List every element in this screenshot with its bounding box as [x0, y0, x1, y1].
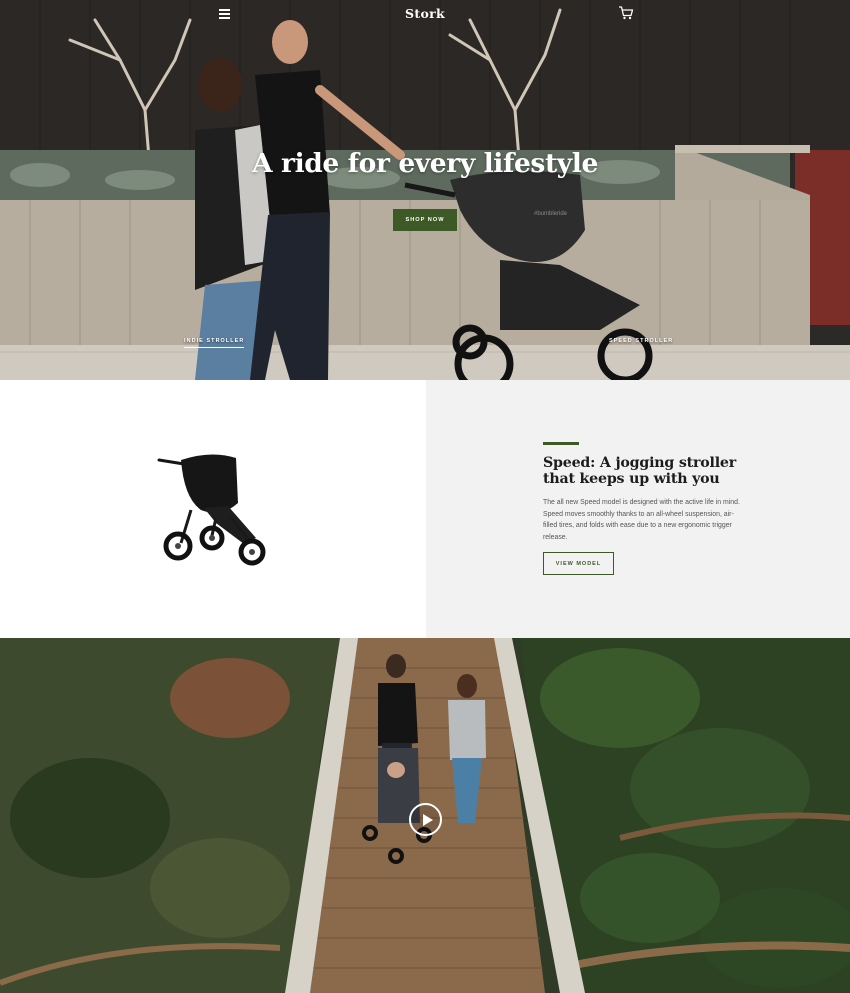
indie-stroller-link[interactable]: INDIE STROLLER — [184, 338, 245, 348]
feature-title: Speed: A jogging stroller that keeps up … — [543, 455, 737, 487]
hamburger-menu-icon[interactable] — [216, 6, 234, 22]
speed-stroller-product-image — [157, 454, 266, 566]
brand-logo[interactable]: Stork — [385, 6, 465, 21]
feature-description: The all new Speed model is designed with… — [543, 499, 740, 542]
hero-background-photo: #bumbleride — [0, 0, 850, 380]
accent-divider — [543, 442, 579, 445]
top-navigation-bar: Stork — [0, 0, 850, 30]
play-icon[interactable] — [409, 803, 442, 836]
shopping-cart-icon[interactable] — [617, 5, 635, 21]
shop-now-button[interactable]: SHOP NOW — [393, 209, 457, 231]
view-model-button[interactable]: VIEW MODEL — [543, 552, 614, 575]
hero-banner: #bumbleride Stork A ride for every lifes… — [0, 0, 850, 380]
speed-stroller-link[interactable]: SPEED STROLLER — [609, 338, 673, 344]
stroller-badge-text: #bumbleride — [534, 211, 568, 217]
hero-title: A ride for every lifestyle — [252, 148, 598, 179]
